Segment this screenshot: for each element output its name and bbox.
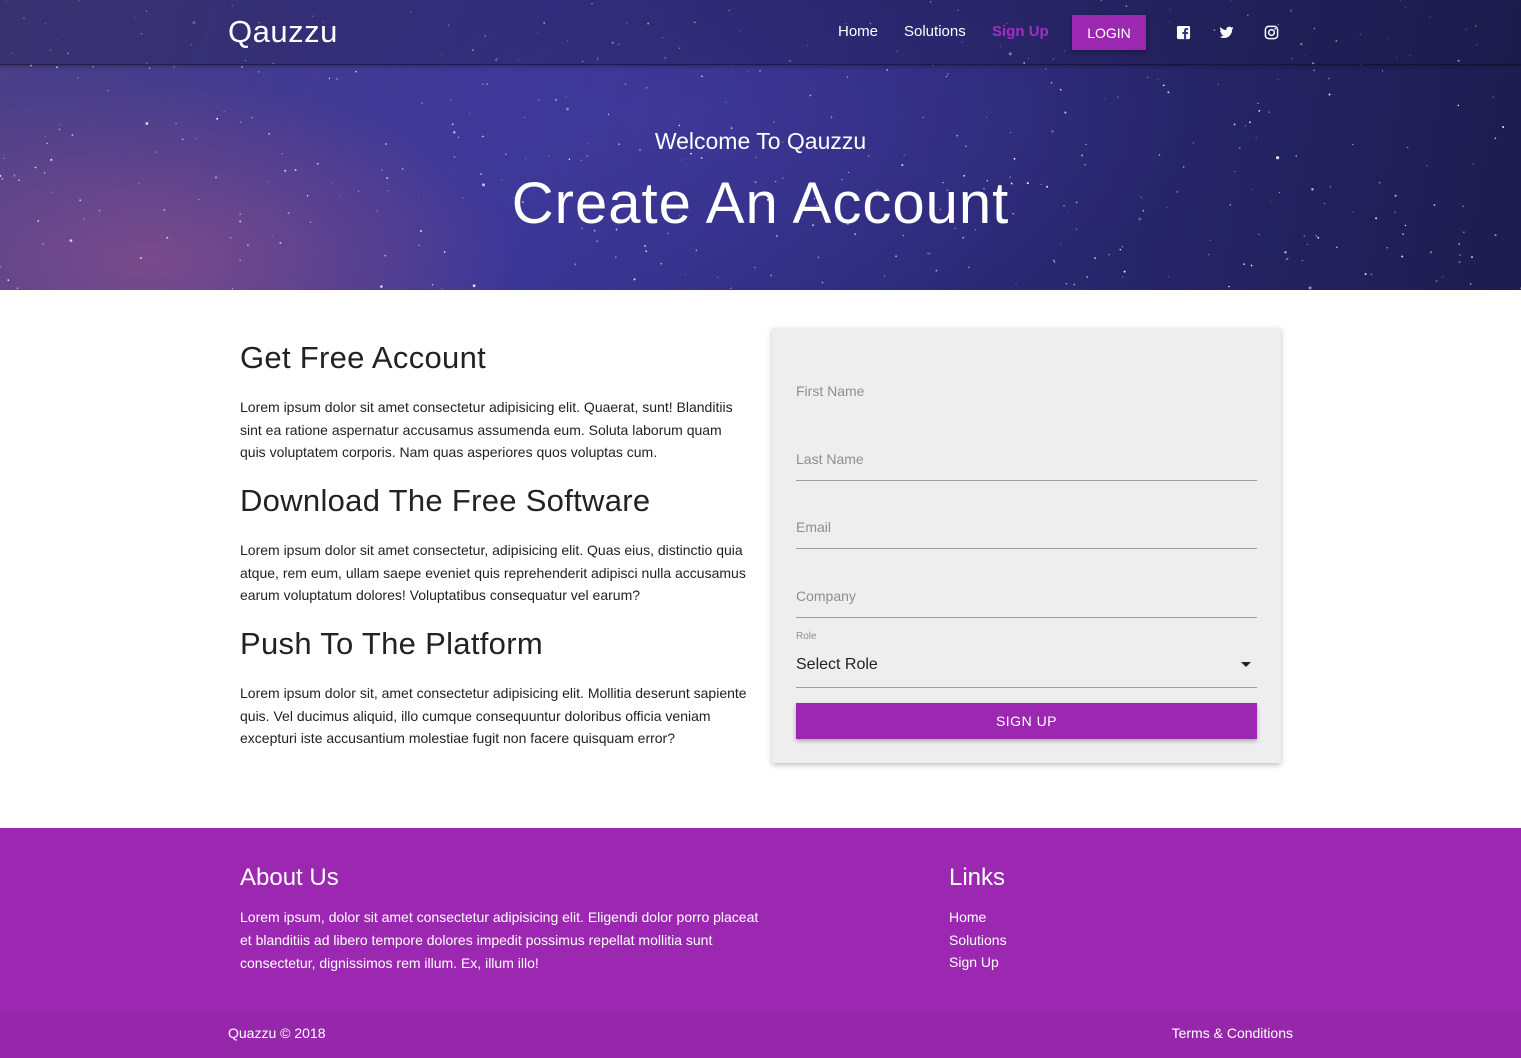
role-selected-value: Select Role xyxy=(796,656,878,673)
footer-links: Links Home Solutions Sign Up xyxy=(949,864,1007,974)
copyright-bar: Quazzu © 2018 Terms & Conditions xyxy=(0,1012,1521,1058)
last-name-placeholder: Last Name xyxy=(796,451,864,467)
first-name-placeholder: First Name xyxy=(796,383,865,399)
info-section: Get Free Account Lorem ipsum dolor sit a… xyxy=(240,340,750,464)
hero-banner: Qauzzu Home Solutions Sign Up LOGIN Welc… xyxy=(0,0,1521,290)
field-underline xyxy=(796,480,1257,481)
copyright-text: Quazzu © 2018 xyxy=(228,1025,326,1041)
section-heading: Push To The Platform xyxy=(240,626,543,661)
twitter-icon[interactable] xyxy=(1219,25,1234,40)
info-section: Download The Free Software Lorem ipsum d… xyxy=(240,483,750,607)
footer: About Us Lorem ipsum, dolor sit amet con… xyxy=(0,828,1521,1058)
field-underline xyxy=(796,548,1257,549)
field-underline xyxy=(796,687,1257,688)
navbar: Qauzzu Home Solutions Sign Up LOGIN xyxy=(0,0,1521,65)
nav-link-solutions[interactable]: Solutions xyxy=(904,23,966,40)
page-title: Create An Account xyxy=(511,171,1010,236)
company-field[interactable]: Company xyxy=(796,588,1257,618)
nav-link-sign-up[interactable]: Sign Up xyxy=(992,23,1049,40)
role-select[interactable]: Select Role xyxy=(796,650,1257,688)
section-body: Lorem ipsum dolor sit, amet consectetur … xyxy=(240,685,747,746)
nav-link-home[interactable]: Home xyxy=(838,23,878,40)
about-text: Lorem ipsum, dolor sit amet consectetur … xyxy=(240,909,759,971)
terms-link[interactable]: Terms & Conditions xyxy=(1172,1025,1293,1041)
email-placeholder: Email xyxy=(796,519,832,535)
field-underline xyxy=(796,617,1257,618)
email-field[interactable]: Email xyxy=(796,519,1257,549)
role-label: Role xyxy=(796,631,817,642)
footer-link-home[interactable]: Home xyxy=(949,906,1007,929)
info-section: Push To The Platform Lorem ipsum dolor s… xyxy=(240,626,750,750)
hero-subtitle: Welcome To Qauzzu xyxy=(654,128,867,154)
section-body: Lorem ipsum dolor sit amet consectetur a… xyxy=(240,399,733,460)
about-heading: About Us xyxy=(240,864,339,891)
login-button[interactable]: LOGIN xyxy=(1072,15,1146,50)
footer-link-solutions[interactable]: Solutions xyxy=(949,929,1007,952)
brand-logo[interactable]: Qauzzu xyxy=(228,14,338,50)
section-body: Lorem ipsum dolor sit amet consectetur, … xyxy=(240,542,746,603)
sign-up-button[interactable]: SIGN UP xyxy=(796,703,1257,739)
last-name-field[interactable]: Last Name xyxy=(796,451,1257,481)
facebook-icon[interactable] xyxy=(1176,25,1191,40)
company-placeholder: Company xyxy=(796,588,856,604)
section-heading: Get Free Account xyxy=(240,340,487,375)
signup-form: First Name Last Name Email Company Role … xyxy=(772,328,1281,763)
first-name-field[interactable]: First Name xyxy=(796,383,1257,413)
instagram-icon[interactable] xyxy=(1264,25,1279,40)
footer-link-sign-up[interactable]: Sign Up xyxy=(949,951,1007,974)
footer-about: About Us Lorem ipsum, dolor sit amet con… xyxy=(240,864,760,975)
links-heading: Links xyxy=(949,864,1006,891)
footer-link-list: Home Solutions Sign Up xyxy=(949,906,1007,974)
section-heading: Download The Free Software xyxy=(240,483,651,518)
caret-down-icon xyxy=(1241,662,1251,667)
